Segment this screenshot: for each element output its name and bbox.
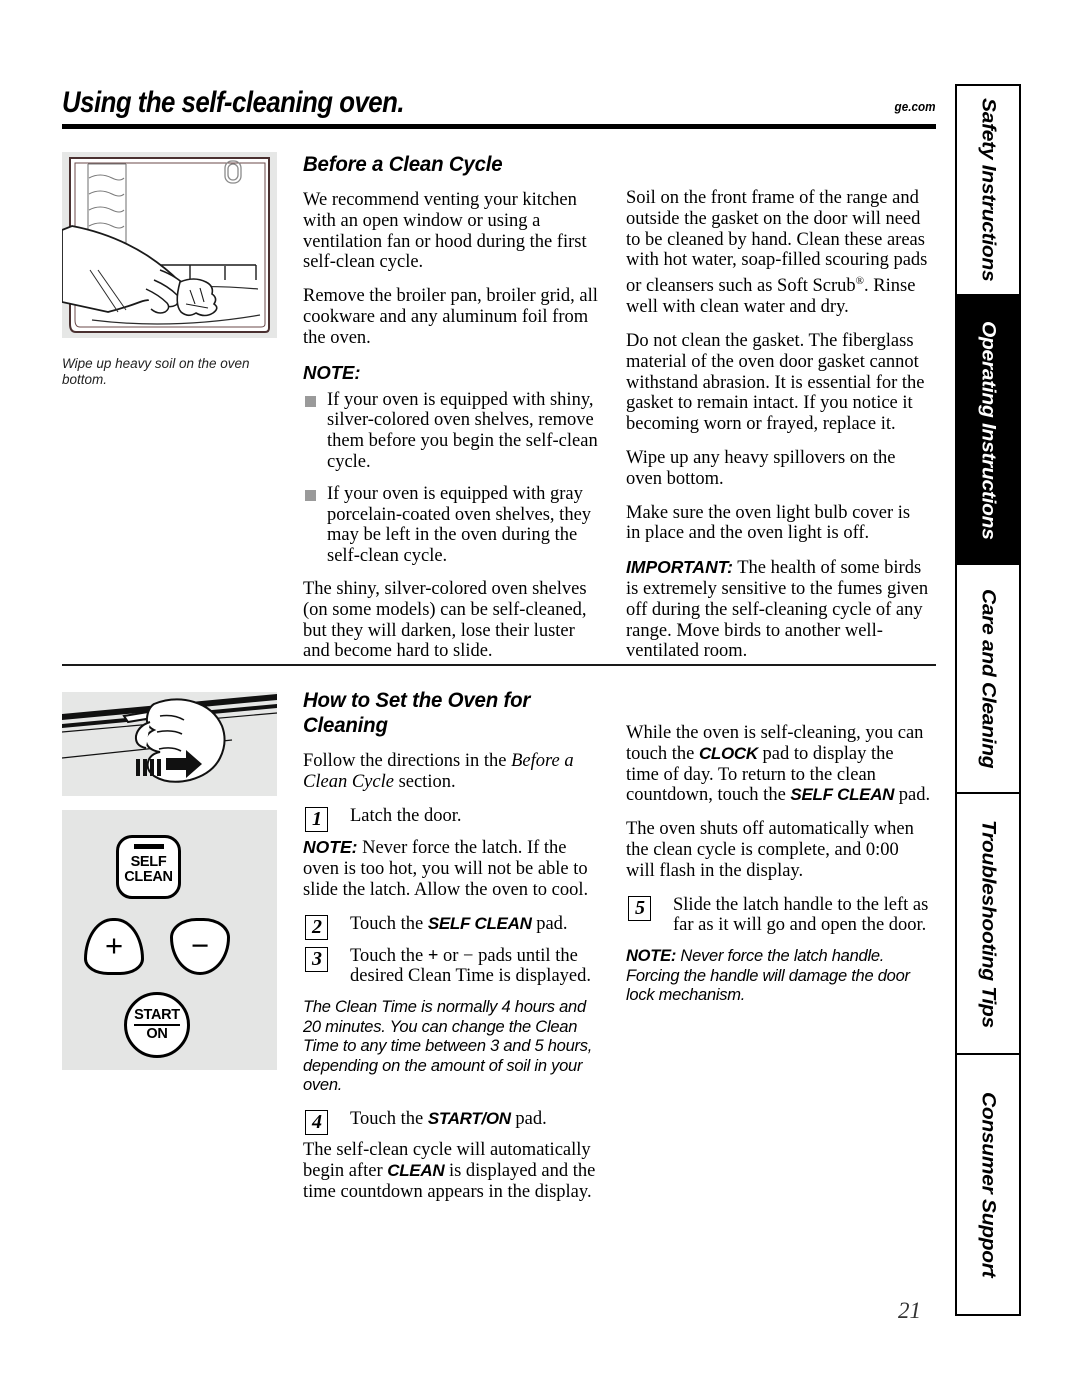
note-paragraph: NOTE: Never force the latch handle. Forc… xyxy=(626,947,931,1006)
step-text: Touch the START/ON pad. xyxy=(350,1109,547,1129)
paragraph: Remove the broiler pan, broiler grid, al… xyxy=(303,286,598,348)
paragraph: We recommend venting your kitchen with a… xyxy=(303,190,587,273)
minus-pad[interactable]: − xyxy=(170,918,230,975)
note-paragraph: NOTE: Never force the latch. If the oven… xyxy=(303,837,603,900)
self-clean-pad-label-line2: CLEAN xyxy=(124,869,173,885)
paragraph: The shiny, silver-colored oven shelves (… xyxy=(303,578,587,662)
tab-label: Care and Cleaning xyxy=(977,588,1000,769)
step-text-post: pad. xyxy=(510,1108,547,1129)
page-header: Using the self-cleaning oven. ge.com xyxy=(62,86,936,134)
minus-pad-name: − xyxy=(463,945,474,966)
paragraph: Do not clean the gasket. The fiberglass … xyxy=(626,330,925,435)
latch-slide-illustration xyxy=(62,692,277,796)
step-text: Touch the + or − pads until the desired … xyxy=(350,946,591,987)
page-number: 21 xyxy=(898,1298,921,1323)
pad-name: START/ON xyxy=(427,1108,511,1128)
clean-time-note: The Clean Time is normally 4 hours and 2… xyxy=(303,998,593,1095)
website-url: ge.com xyxy=(895,99,936,114)
registered-trademark-icon: ® xyxy=(855,275,865,288)
step-4: 4 Touch the START/ON pad. xyxy=(303,1109,603,1135)
tab-troubleshooting-tips[interactable]: Troubleshooting Tips xyxy=(957,793,1019,1056)
oven-wipe-caption: Wipe up heavy soil on the oven bottom. xyxy=(62,356,250,387)
header-rule xyxy=(62,124,936,129)
self-clean-pad[interactable]: SELF CLEAN xyxy=(116,835,181,899)
step-text-pre: Touch the xyxy=(350,1108,428,1129)
step-text-pre: Touch the xyxy=(350,945,428,966)
oven-wipe-drawing xyxy=(62,152,277,338)
step-text: Latch the door. xyxy=(350,805,462,826)
section-tab-strip: Safety Instructions Operating Instructio… xyxy=(955,84,1021,1316)
tab-label: Troubleshooting Tips xyxy=(977,819,1000,1028)
tab-consumer-support[interactable]: Consumer Support xyxy=(957,1055,1019,1314)
control-panel-illustration: SELF CLEAN + − START ON xyxy=(62,810,277,1070)
step-number: 2 xyxy=(305,914,328,940)
plus-icon: + xyxy=(104,928,124,963)
paragraph-text: pad. xyxy=(894,785,931,806)
note-label: NOTE: xyxy=(303,837,358,858)
how-to-set-oven-left-column: How to Set the Oven for Cleaning Follow … xyxy=(303,688,603,1203)
section-divider xyxy=(62,664,936,666)
minus-icon: − xyxy=(190,928,210,963)
start-on-pad-label-line2: ON xyxy=(146,1026,168,1042)
manual-page: Using the self-cleaning oven. ge.com Saf… xyxy=(0,0,1080,1397)
list-item: If your oven is equipped with gray porce… xyxy=(303,484,599,567)
paragraph: The self-clean cycle will automatically … xyxy=(303,1140,603,1202)
paragraph-text: Follow the directions in the xyxy=(303,751,512,771)
start-on-pad-label-line1: START xyxy=(134,1008,180,1026)
paragraph: While the oven is self-cleaning, you can… xyxy=(626,723,931,806)
tab-care-and-cleaning[interactable]: Care and Cleaning xyxy=(957,565,1019,794)
indicator-bar-icon xyxy=(133,844,164,849)
step-text-pre: Touch the xyxy=(350,913,428,934)
tab-label: Consumer Support xyxy=(977,1092,1000,1278)
before-clean-cycle-left-column: Before a Clean Cycle We recommend ventin… xyxy=(303,152,599,662)
start-on-pad[interactable]: START ON xyxy=(124,992,190,1058)
tab-safety-instructions[interactable]: Safety Instructions xyxy=(957,86,1019,297)
step-text: Touch the SELF CLEAN pad. xyxy=(350,914,568,934)
paragraph: The oven shuts off automatically when th… xyxy=(626,819,914,881)
before-clean-cycle-right-column: Soil on the front frame of the range and… xyxy=(626,188,929,662)
paragraph-text: section. xyxy=(393,771,456,792)
step-number: 4 xyxy=(305,1109,328,1135)
note-label: NOTE: xyxy=(303,361,361,383)
paragraph: Soil on the front frame of the range and… xyxy=(626,188,929,318)
paragraph: Follow the directions in the Before a Cl… xyxy=(303,751,603,793)
pad-name: SELF CLEAN xyxy=(427,913,532,933)
important-label: IMPORTANT: xyxy=(626,557,733,578)
paragraph: Wipe up any heavy spillovers on the oven… xyxy=(626,447,896,489)
latch-slide-drawing xyxy=(62,692,277,796)
step-text-mid: or xyxy=(438,945,464,966)
step-number: 1 xyxy=(305,806,328,832)
page-title: Using the self-cleaning oven. xyxy=(62,86,405,119)
step-text-post: pad. xyxy=(531,913,568,934)
paragraph: Make sure the oven light bulb cover is i… xyxy=(626,502,911,544)
display-word: CLEAN xyxy=(387,1161,445,1181)
section-heading-before-clean-cycle: Before a Clean Cycle xyxy=(303,152,503,176)
step-5: 5 Slide the latch handle to the left as … xyxy=(626,895,931,937)
tab-label: Operating Instructions xyxy=(977,320,1000,540)
list-item: If your oven is equipped with shiny, sil… xyxy=(303,390,599,473)
step-number: 3 xyxy=(305,946,328,972)
plus-pad[interactable]: + xyxy=(84,918,144,975)
plus-pad-name: + xyxy=(427,945,439,966)
step-3: 3 Touch the + or − pads until the desire… xyxy=(303,946,603,988)
important-paragraph: IMPORTANT: The health of some birds is e… xyxy=(626,557,929,662)
tab-operating-instructions[interactable]: Operating Instructions xyxy=(957,296,1019,566)
self-clean-pad-label-line1: SELF xyxy=(130,853,167,870)
step-number: 5 xyxy=(628,895,651,921)
pad-name: SELF CLEAN xyxy=(790,785,895,805)
oven-wipe-illustration xyxy=(62,152,277,338)
note-bullet-list: If your oven is equipped with shiny, sil… xyxy=(303,390,599,567)
step-1: 1 Latch the door. xyxy=(303,805,603,832)
pad-name: CLOCK xyxy=(698,743,758,763)
how-to-set-oven-right-column: While the oven is self-cleaning, you can… xyxy=(626,723,931,1019)
section-heading-how-to-set-oven: How to Set the Oven for Cleaning xyxy=(303,688,531,737)
note-label: NOTE: xyxy=(626,947,677,966)
step-2: 2 Touch the SELF CLEAN pad. xyxy=(303,914,603,940)
step-text: Slide the latch handle to the left as fa… xyxy=(673,894,929,936)
tab-label: Safety Instructions xyxy=(977,98,1000,282)
